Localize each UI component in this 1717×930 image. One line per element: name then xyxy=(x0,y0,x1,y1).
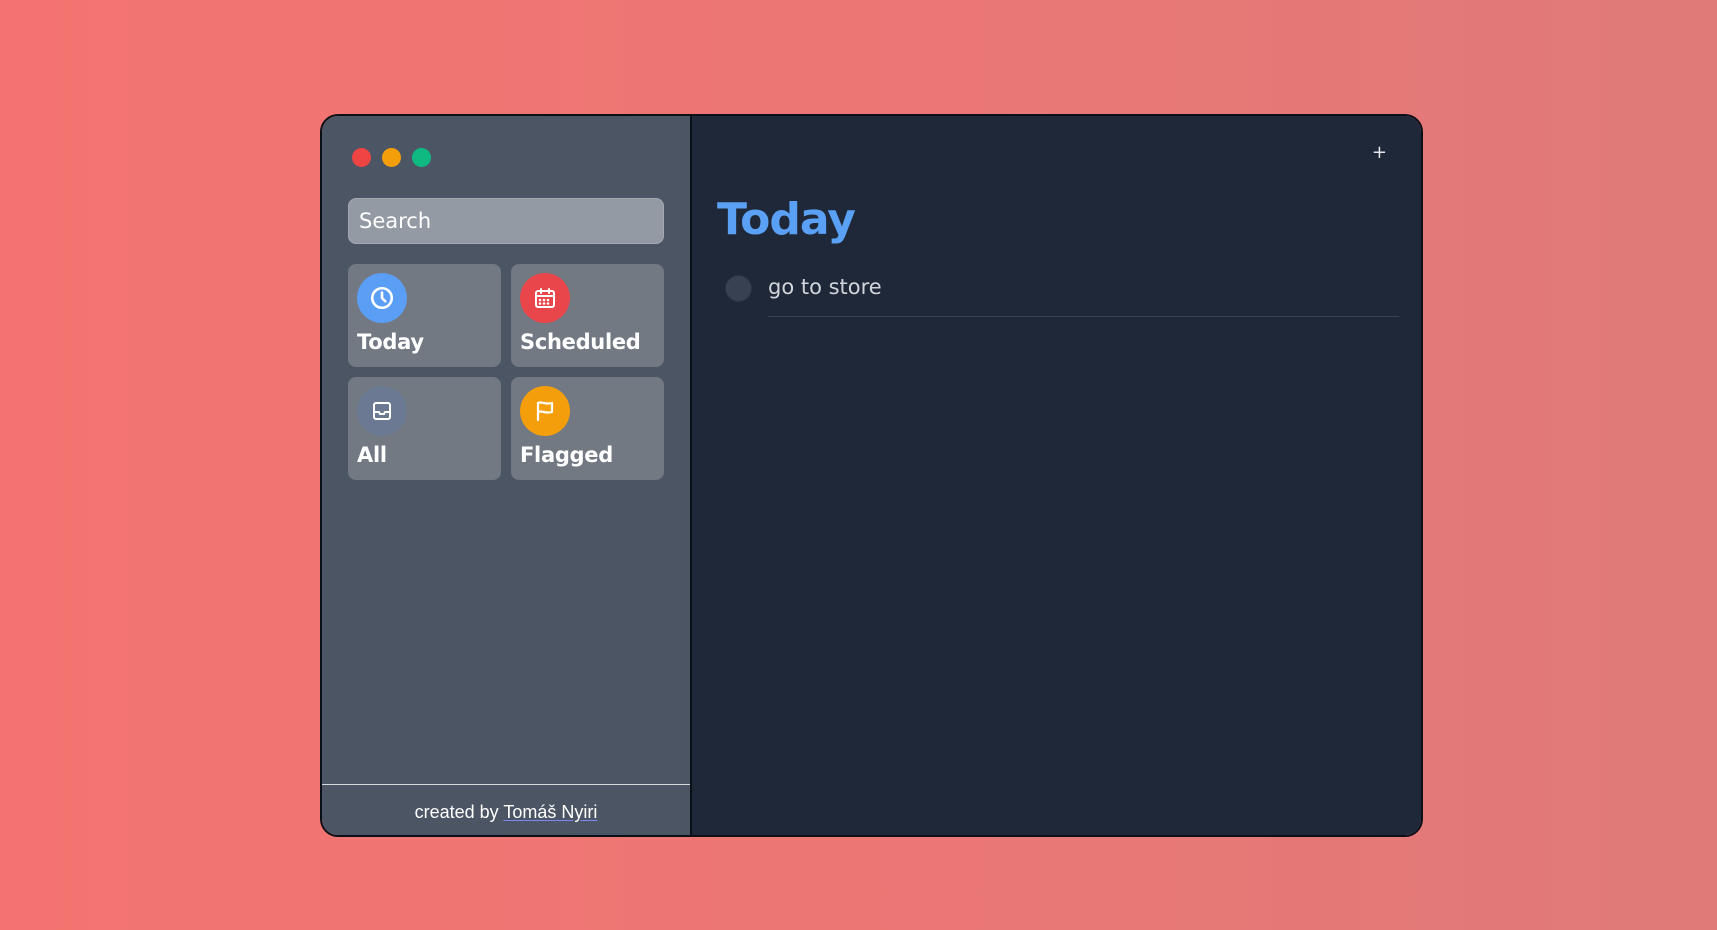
smart-lists-grid: Today Scheduled All Flagged xyxy=(348,264,664,480)
task-divider xyxy=(768,316,1399,317)
smart-list-flagged[interactable]: Flagged xyxy=(511,377,664,480)
smart-list-label: Scheduled xyxy=(520,330,641,354)
clock-icon xyxy=(357,273,407,323)
footer-prefix: created by xyxy=(414,801,504,822)
window-controls xyxy=(352,148,431,167)
smart-list-all[interactable]: All xyxy=(348,377,501,480)
search-input[interactable] xyxy=(348,198,664,244)
footer-credit: created by Tomáš Nyiri xyxy=(415,802,598,823)
flag-icon xyxy=(520,386,570,436)
main-panel: + Today go to store xyxy=(692,116,1421,835)
smart-list-scheduled[interactable]: Scheduled xyxy=(511,264,664,367)
task-text[interactable]: go to store xyxy=(768,275,882,299)
maximize-window-button[interactable] xyxy=(412,148,431,167)
app-window: Today Scheduled xyxy=(320,114,1423,837)
inbox-icon xyxy=(357,386,407,436)
smart-list-label: Today xyxy=(357,330,424,354)
author-link[interactable]: Tomáš Nyiri xyxy=(503,802,597,822)
smart-list-label: Flagged xyxy=(520,443,613,467)
add-task-button[interactable]: + xyxy=(1372,142,1387,163)
calendar-icon xyxy=(520,273,570,323)
smart-list-label: All xyxy=(357,443,387,467)
smart-list-today[interactable]: Today xyxy=(348,264,501,367)
sidebar: Today Scheduled xyxy=(322,116,692,835)
task-item: go to store xyxy=(725,272,1403,317)
close-window-button[interactable] xyxy=(352,148,371,167)
list-title: Today xyxy=(717,194,856,245)
minimize-window-button[interactable] xyxy=(382,148,401,167)
sidebar-footer: created by Tomáš Nyiri xyxy=(322,784,690,835)
task-checkbox[interactable] xyxy=(725,275,752,302)
